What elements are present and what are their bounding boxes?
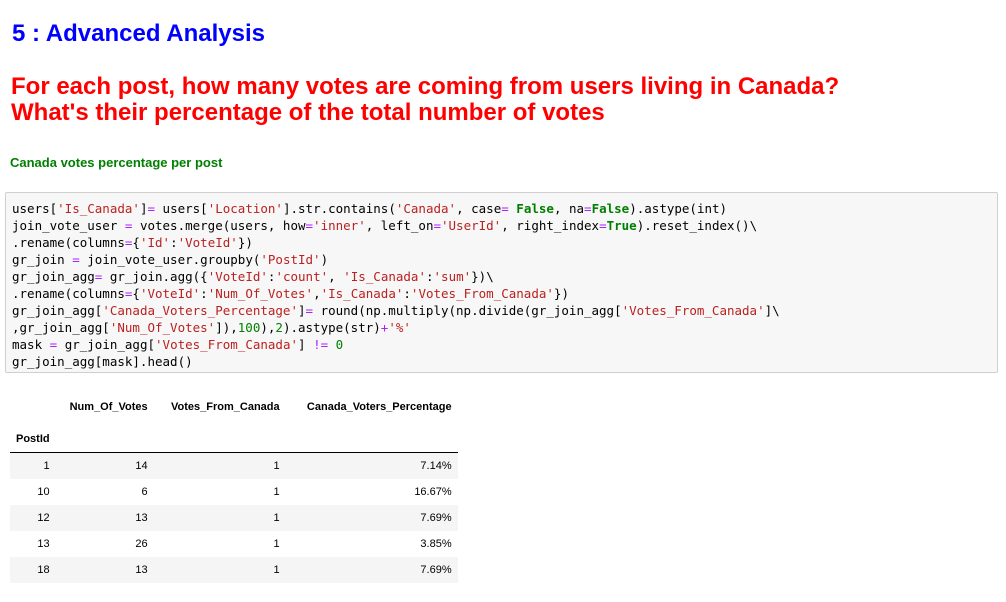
row-index: 18 (37, 563, 50, 576)
question-heading: For each post, how many votes are coming… (11, 74, 1001, 126)
table-row: 18 13 1 7.69% (10, 556, 458, 583)
blank-header (10, 396, 56, 417)
cell-canada-voters-percentage: 7.69% (420, 563, 452, 576)
question-line-2: What's their percentage of the total num… (11, 99, 605, 126)
cell-votes-from-canada: 1 (273, 485, 280, 498)
code-line: join_vote_user = votes.merge(users, how=… (12, 218, 758, 233)
cell-num-of-votes: 6 (141, 485, 148, 498)
cell-votes-from-canada: 1 (273, 511, 280, 524)
code-line: .rename(columns={'VoteId':'Num_Of_Votes'… (12, 286, 569, 301)
output-dataframe: Num_Of_Votes Votes_From_Canada Canada_Vo… (10, 396, 458, 583)
table-row: 10 6 1 16.67% (10, 479, 458, 505)
row-index: 1 (43, 459, 50, 472)
cell-canada-voters-percentage: 16.67% (414, 485, 452, 498)
cell-canada-voters-percentage: 7.69% (420, 511, 452, 524)
code-line: gr_join_agg['Canada_Voters_Percentage']=… (12, 303, 780, 318)
cell-num-of-votes: 13 (135, 563, 148, 576)
column-header: Votes_From_Canada (171, 400, 280, 413)
code-line: mask = gr_join_agg['Votes_From_Canada'] … (12, 337, 344, 352)
cell-votes-from-canada: 1 (273, 459, 280, 472)
code-line: gr_join_agg[mask].head() (12, 354, 193, 369)
column-header-row: Num_Of_Votes Votes_From_Canada Canada_Vo… (10, 396, 458, 417)
table-row: 13 26 1 3.85% (10, 531, 458, 557)
row-index: 10 (37, 485, 50, 498)
cell-votes-from-canada: 1 (273, 563, 280, 576)
cell-canada-voters-percentage: 7.14% (420, 459, 452, 472)
question-line-1: For each post, how many votes are coming… (11, 73, 840, 100)
code-line: ,gr_join_agg['Num_Of_Votes']),100),2).as… (12, 320, 411, 335)
cell-votes-from-canada: 1 (273, 537, 280, 550)
index-name-header: PostId (10, 417, 56, 453)
index-header-row: PostId (10, 417, 458, 453)
row-index: 13 (37, 537, 50, 550)
code-editor[interactable]: users['Is_Canada']= users['Location'].st… (12, 200, 997, 370)
column-header: Num_Of_Votes (69, 400, 148, 413)
section-title: 5 : Advanced Analysis (12, 20, 265, 47)
cell-num-of-votes: 26 (135, 537, 148, 550)
table-row: 12 13 1 7.69% (10, 504, 458, 531)
table-row: 1 14 1 7.14% (10, 452, 458, 479)
cell-num-of-votes: 14 (135, 459, 148, 472)
column-header: Canada_Voters_Percentage (306, 400, 452, 413)
cell-canada-voters-percentage: 3.85% (420, 537, 452, 550)
cell-num-of-votes: 13 (135, 511, 148, 524)
code-line: .rename(columns={'Id':'VoteId'}) (12, 235, 253, 250)
code-line: users['Is_Canada']= users['Location'].st… (12, 201, 728, 216)
row-index: 12 (37, 511, 50, 524)
code-line: gr_join_agg= gr_join.agg({'VoteId':'coun… (12, 269, 494, 284)
subheading: Canada votes percentage per post (10, 155, 223, 170)
code-cell[interactable]: users['Is_Canada']= users['Location'].st… (5, 192, 998, 373)
code-line: gr_join = join_vote_user.groupby('PostId… (12, 252, 329, 267)
